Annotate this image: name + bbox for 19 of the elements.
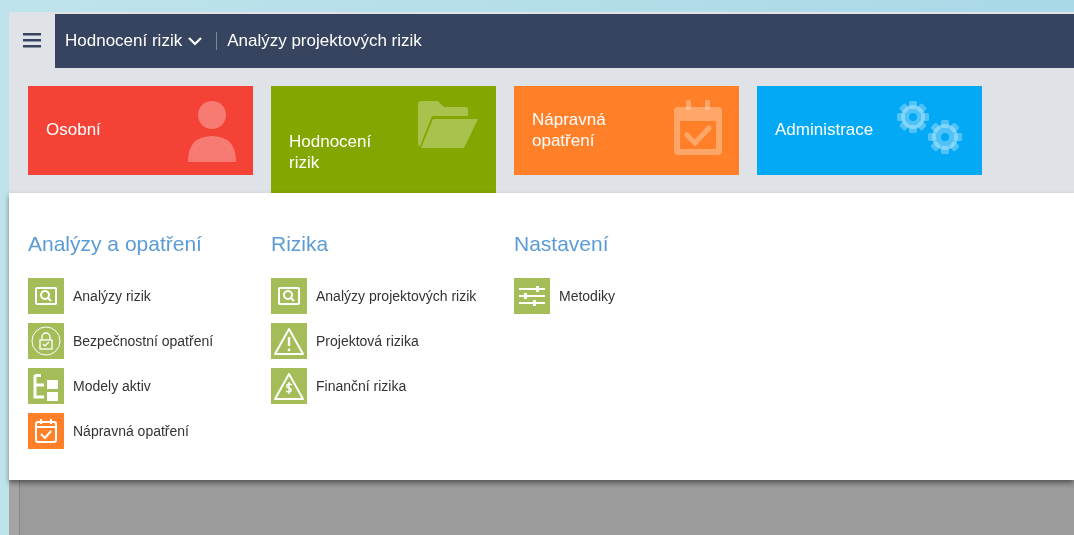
menu-link[interactable]: Analýzy projektových rizik <box>271 278 514 315</box>
module-tile[interactable]: Osobní <box>28 86 253 175</box>
page-title: Analýzy projektových rizik <box>227 30 422 53</box>
section-heading: Rizika <box>271 231 330 257</box>
menu-link[interactable]: Nápravná opatření <box>28 413 271 450</box>
module-dropdown[interactable]: Hodnocení rizik <box>65 28 203 54</box>
section-heading: Nastavení <box>514 231 610 257</box>
menu-link[interactable]: Modely aktiv <box>28 368 271 405</box>
menu-link[interactable]: Finanční rizika <box>271 368 514 405</box>
menu-link[interactable]: Analýzy rizik <box>28 278 271 315</box>
section-heading: Analýzy a opatření <box>28 231 203 257</box>
menu-icon <box>23 32 41 48</box>
calendar-check-icon <box>673 100 723 156</box>
chevron-down-icon <box>188 36 203 46</box>
menu-link[interactable]: Metodiky <box>514 278 757 315</box>
folder-icon <box>416 100 480 150</box>
menu-link[interactable]: Bezpečnostní opatření <box>28 323 271 360</box>
menu-link[interactable]: Projektová rizika <box>271 323 514 360</box>
person-icon <box>187 100 237 162</box>
